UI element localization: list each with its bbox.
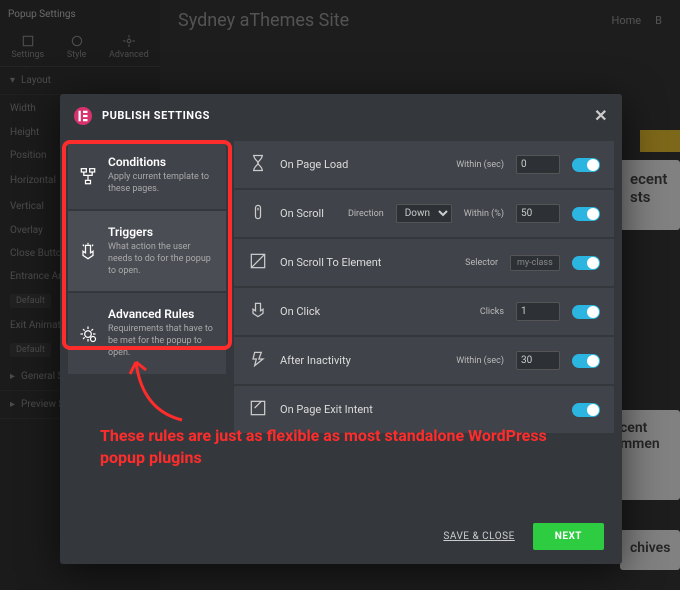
nav-triggers[interactable]: TriggersWhat action the user needs to do… — [68, 211, 226, 291]
inactivity-seconds-input[interactable] — [516, 351, 560, 370]
exit-intent-toggle[interactable] — [572, 403, 600, 417]
scroll-element-toggle[interactable] — [572, 256, 600, 270]
row-close-button: Close Button — [10, 248, 67, 259]
close-icon[interactable]: ✕ — [594, 106, 608, 125]
widget-archives: chives — [620, 530, 680, 570]
elementor-logo-icon — [74, 107, 92, 125]
conditions-icon — [78, 157, 98, 195]
trigger-inactivity: After Inactivity Within (sec) — [234, 337, 614, 384]
advanced-rules-icon — [78, 309, 98, 359]
widget-stub — [640, 130, 680, 152]
scroll-icon — [248, 202, 268, 225]
row-overlay: Overlay — [10, 225, 43, 236]
row-height: Height — [10, 127, 39, 138]
tab-settings[interactable]: Settings — [11, 34, 44, 60]
page-load-seconds-input[interactable] — [516, 155, 560, 174]
tab-advanced[interactable]: Advanced — [109, 34, 149, 60]
trigger-scroll: On Scroll Direction Down Within (%) — [234, 190, 614, 237]
modal-left-nav: ConditionsApply current template to thes… — [64, 137, 230, 509]
selector-value[interactable]: my-class — [510, 255, 560, 271]
row-width: Width — [10, 103, 36, 114]
save-close-link[interactable]: SAVE & CLOSE — [443, 531, 514, 542]
tab-style[interactable]: Style — [67, 34, 87, 60]
row-vertical: Vertical — [10, 201, 44, 212]
trigger-exit-intent: On Page Exit Intent — [234, 386, 614, 433]
site-header: Sydney aThemes Site HomeB — [160, 0, 680, 40]
click-count-input[interactable] — [516, 302, 560, 321]
scroll-toggle[interactable] — [572, 207, 600, 221]
nav-conditions[interactable]: ConditionsApply current template to thes… — [68, 141, 226, 209]
inactivity-toggle[interactable] — [572, 354, 600, 368]
trigger-page-load: On Page Load Within (sec) — [234, 141, 614, 188]
hourglass-icon — [248, 153, 268, 176]
publish-settings-modal: PUBLISH SETTINGS ✕ ConditionsApply curre… — [60, 94, 622, 564]
scroll-percent-input[interactable] — [516, 204, 560, 223]
section-layout[interactable]: ▾ Layout — [0, 67, 160, 95]
next-button[interactable]: NEXT — [533, 523, 604, 550]
nav-advanced-rules[interactable]: Advanced RulesRequirements that have to … — [68, 293, 226, 373]
trigger-click: On Click Clicks — [234, 288, 614, 335]
triggers-icon — [78, 227, 98, 277]
scroll-element-icon — [248, 251, 268, 274]
modal-title: PUBLISH SETTINGS — [102, 109, 210, 122]
inactivity-icon — [248, 349, 268, 372]
trigger-scroll-element: On Scroll To Element Selector my-class — [234, 239, 614, 286]
sidebar-title: Popup Settings — [8, 9, 76, 20]
triggers-panel: On Page Load Within (sec) On Scroll Dire… — [230, 137, 618, 509]
row-position: Position — [10, 150, 46, 161]
scroll-direction-select[interactable]: Down — [396, 204, 452, 223]
exit-intent-icon — [248, 398, 268, 421]
row-horizontal: Horizontal — [10, 175, 56, 186]
page-load-toggle[interactable] — [572, 158, 600, 172]
site-title: Sydney aThemes Site — [178, 10, 349, 31]
click-icon — [248, 300, 268, 323]
click-toggle[interactable] — [572, 305, 600, 319]
widget-recent-posts: ecent sts — [620, 160, 680, 230]
